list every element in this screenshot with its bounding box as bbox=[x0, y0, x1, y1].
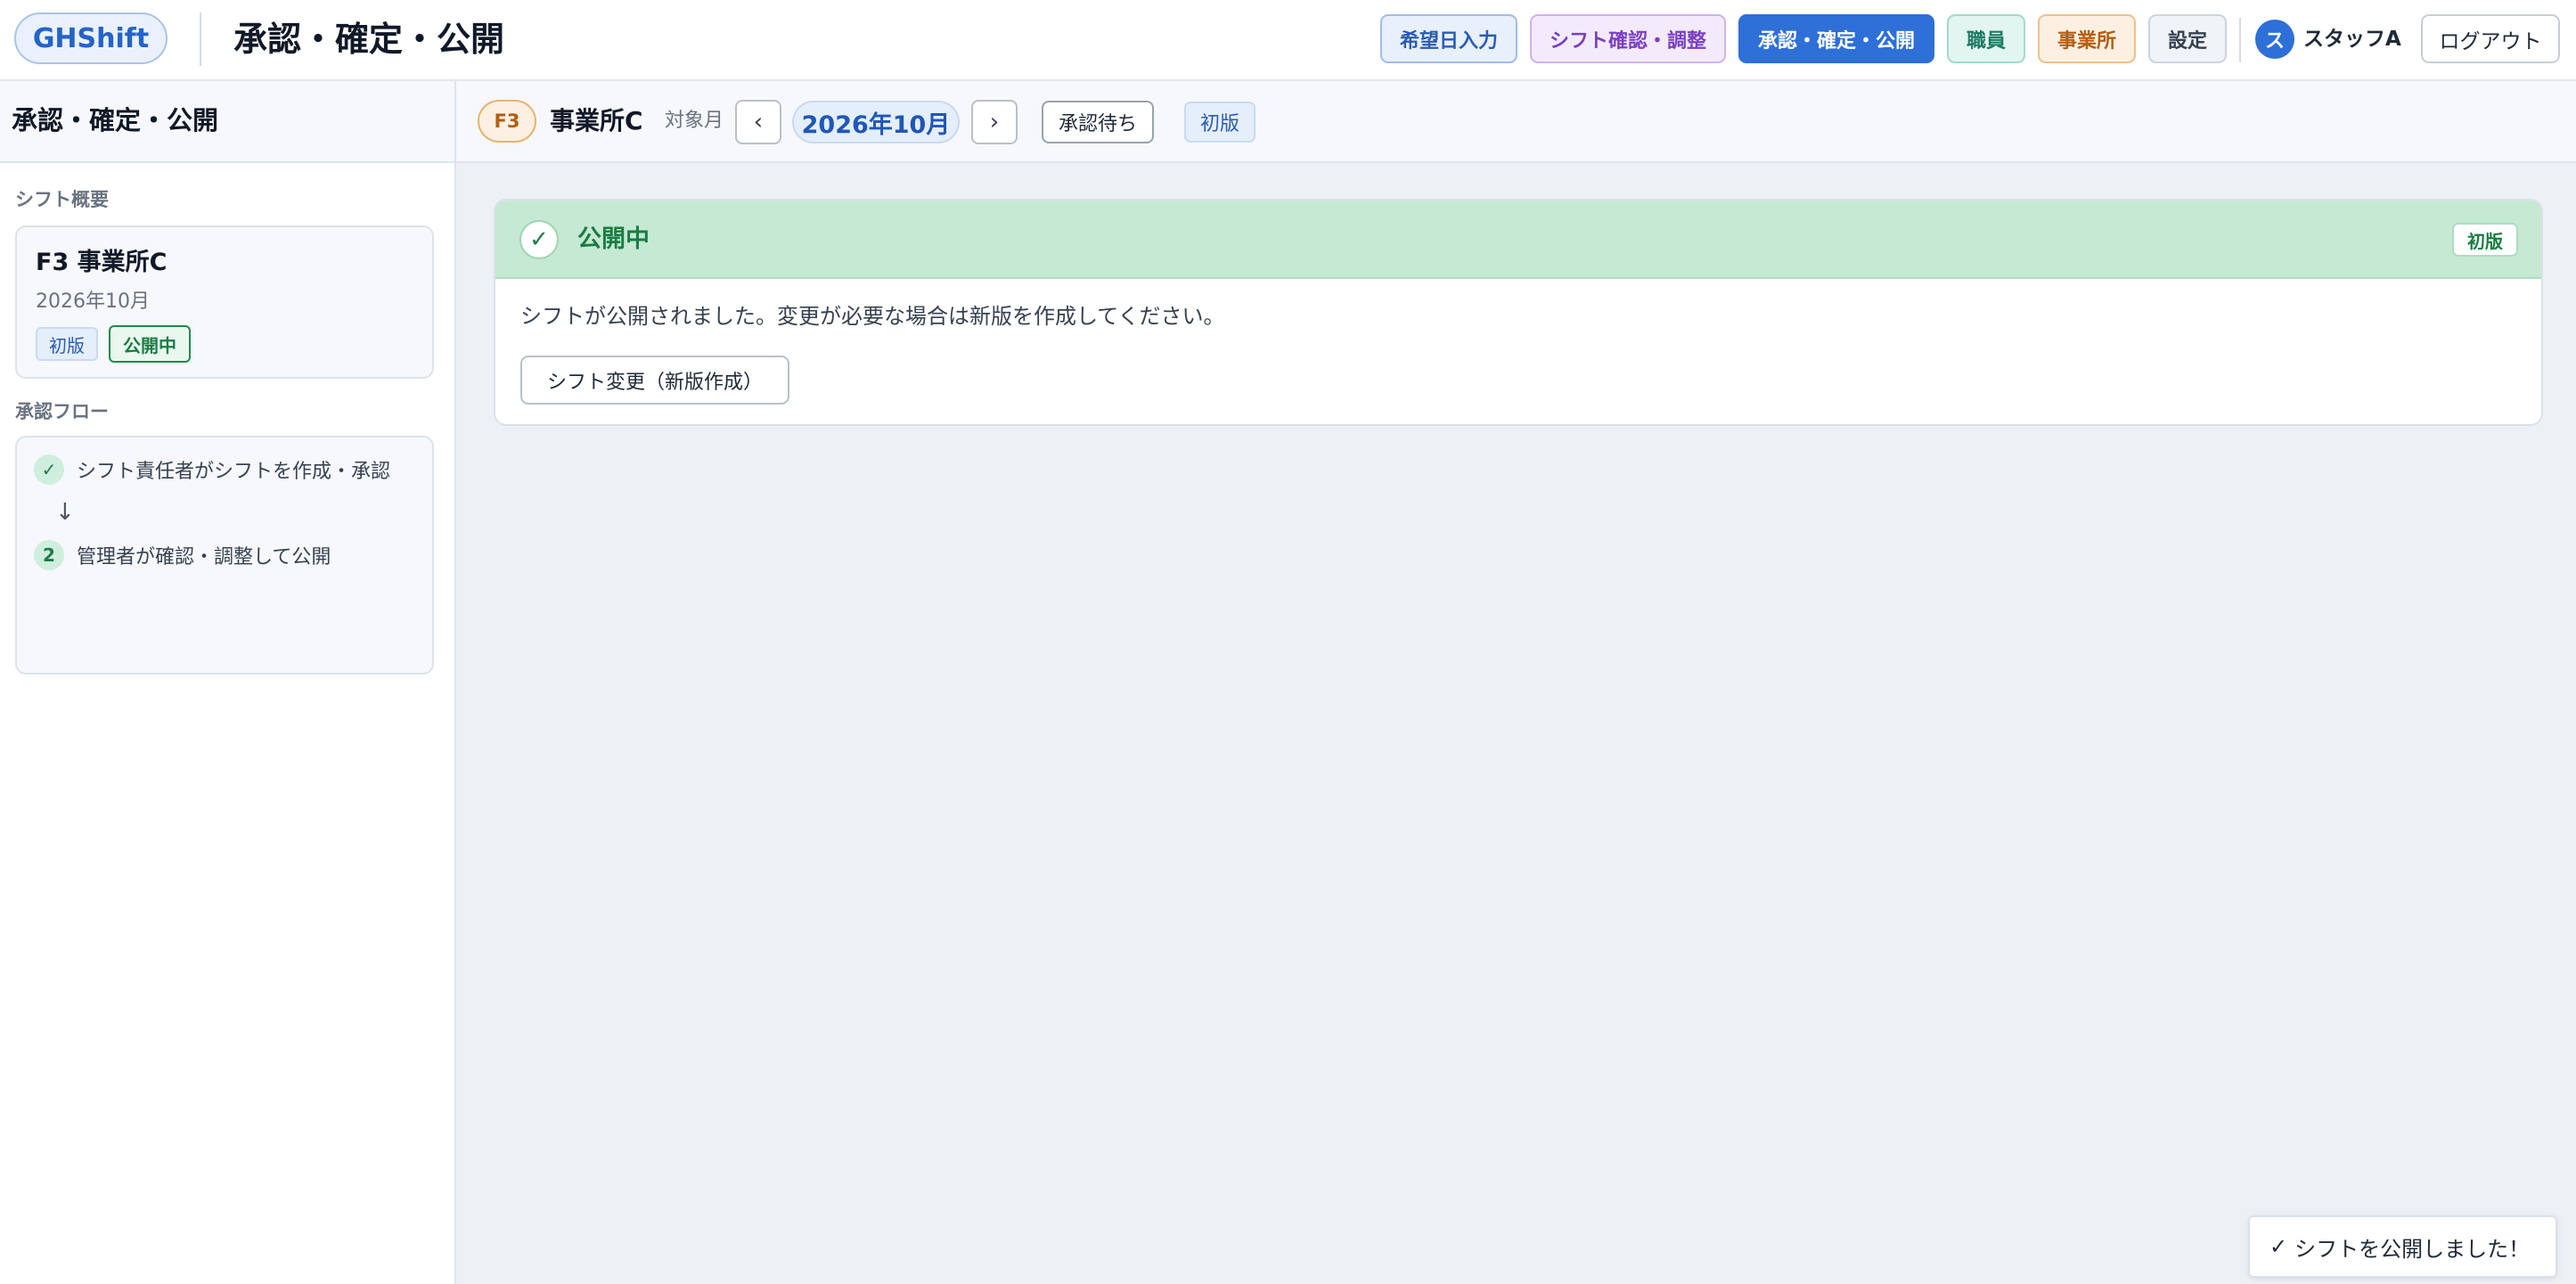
header-divider bbox=[200, 12, 201, 66]
nav-settings-button[interactable]: 設定 bbox=[2148, 14, 2227, 63]
app-logo[interactable]: GHShift bbox=[14, 12, 168, 64]
user-avatar: ス bbox=[2255, 20, 2294, 59]
status-version-badge: 初版 bbox=[2452, 223, 2518, 257]
flow-step-2-number: 2 bbox=[34, 540, 64, 570]
status-title: 公開中 bbox=[577, 225, 650, 253]
sidebar-header: 承認・確定・公開 bbox=[0, 81, 454, 163]
page-title: 承認・確定・公開 bbox=[233, 20, 505, 59]
next-month-button[interactable]: › bbox=[971, 100, 1018, 144]
summary-status-badge: 公開中 bbox=[109, 325, 191, 363]
app-header: GHShift 承認・確定・公開 希望日入力 シフト確認・調整 承認・確定・公開… bbox=[0, 0, 2576, 81]
status-card-header: ✓ 公開中 初版 bbox=[495, 200, 2541, 279]
summary-version-badge: 初版 bbox=[36, 327, 98, 361]
publish-status-card: ✓ 公開中 初版 シフトが公開されました。変更が必要な場合は新版を作成してくださ… bbox=[494, 199, 2543, 426]
check-icon: ✓ bbox=[2269, 1234, 2288, 1259]
flow-step-1-label: シフト責任者がシフトを作成・承認 bbox=[77, 461, 391, 483]
user-name: スタッフA bbox=[2303, 28, 2401, 51]
office-code-badge: F3 bbox=[478, 100, 536, 143]
summary-office-name: F3 事業所C bbox=[36, 249, 168, 276]
sidebar-title: 承認・確定・公開 bbox=[12, 105, 219, 135]
version-tag: 初版 bbox=[1184, 102, 1255, 143]
arrow-down-icon: ↓ bbox=[55, 499, 75, 526]
pending-approval-button[interactable]: 承認待ち bbox=[1042, 101, 1154, 143]
check-icon: ✓ bbox=[519, 220, 559, 259]
toolbar: F3 事業所C 対象月 ‹ 2026年10月 › 承認待ち 初版 bbox=[456, 81, 2576, 163]
logout-button[interactable]: ログアウト bbox=[2421, 14, 2560, 63]
toast-notification: ✓ シフトを公開しました！ bbox=[2248, 1215, 2557, 1278]
prev-month-button[interactable]: ‹ bbox=[735, 100, 781, 144]
nav-staff-button[interactable]: 職員 bbox=[1947, 14, 2025, 63]
sidebar: 承認・確定・公開 シフト概要 F3 事業所C 2026年10月 初版 公開中 承… bbox=[0, 81, 456, 1284]
shift-summary-card: F3 事業所C 2026年10月 初版 公開中 bbox=[15, 225, 434, 379]
toast-message: シフトを公開しました！ bbox=[2294, 1236, 2531, 1262]
nav-office-button[interactable]: 事業所 bbox=[2038, 14, 2136, 63]
check-icon: ✓ bbox=[34, 454, 64, 485]
header-divider-user bbox=[2239, 18, 2241, 62]
nav-approve-publish-button[interactable]: 承認・確定・公開 bbox=[1738, 14, 1934, 63]
flow-step-1: ✓ シフト責任者がシフトを作成・承認 bbox=[34, 454, 390, 486]
flow-step-2-label: 管理者が確認・調整して公開 bbox=[77, 546, 331, 568]
nav-shift-review-button[interactable]: シフト確認・調整 bbox=[1530, 14, 1726, 63]
create-new-version-button[interactable]: シフト変更（新版作成） bbox=[520, 356, 789, 405]
office-name: 事業所C bbox=[550, 106, 643, 135]
flow-step-2: 2 管理者が確認・調整して公開 bbox=[34, 539, 331, 571]
status-message: シフトが公開されました。変更が必要な場合は新版を作成してください。 bbox=[520, 304, 1225, 329]
shift-summary-label: シフト概要 bbox=[15, 189, 109, 210]
target-month-label: 対象月 bbox=[665, 110, 724, 132]
current-month: 2026年10月 bbox=[792, 101, 960, 143]
approval-flow-label: 承認フロー bbox=[15, 401, 109, 422]
nav-wish-input-button[interactable]: 希望日入力 bbox=[1380, 14, 1517, 63]
summary-month: 2026年10月 bbox=[36, 290, 150, 313]
approval-flow-card: ✓ シフト責任者がシフトを作成・承認 ↓ 2 管理者が確認・調整して公開 bbox=[15, 436, 434, 675]
